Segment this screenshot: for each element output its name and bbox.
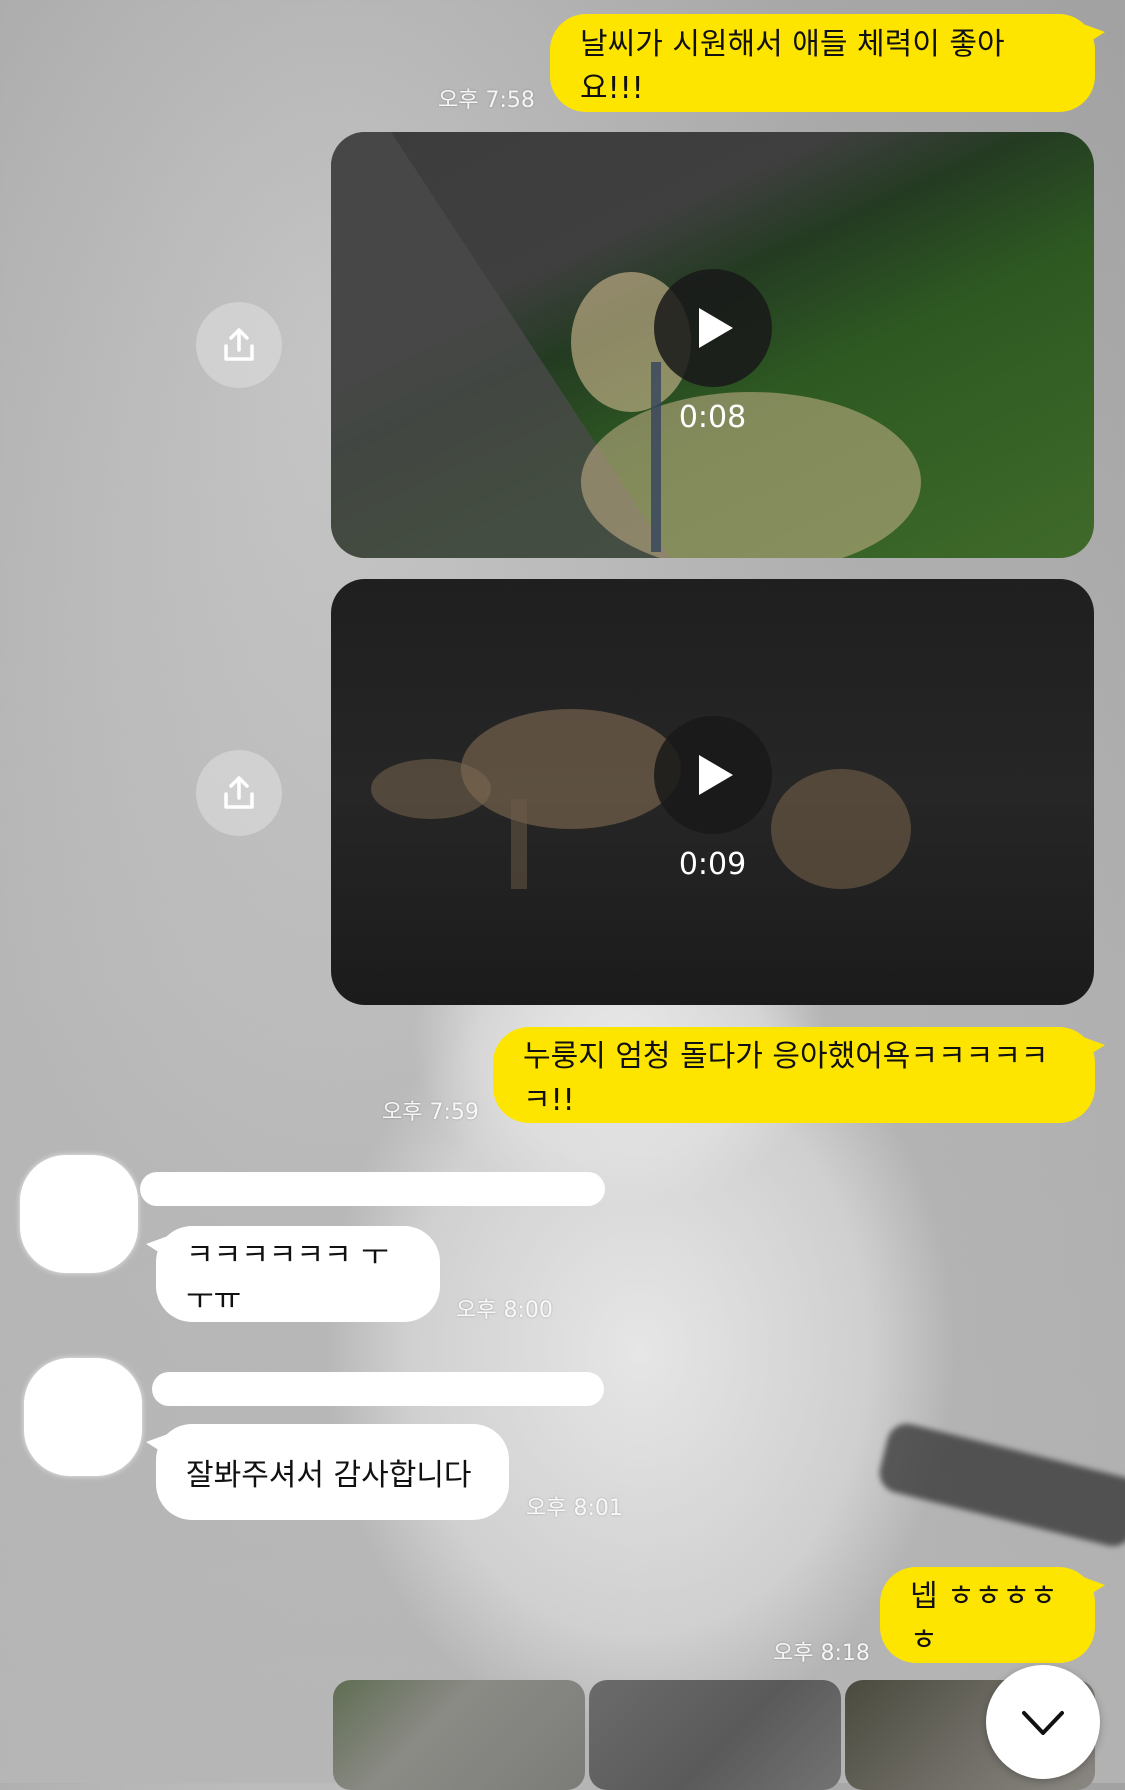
message-text: 넵 ㅎㅎㅎㅎㅎ <box>910 1579 1058 1658</box>
chevron-down-icon <box>1022 1711 1064 1735</box>
message-time: 오후 7:59 <box>382 1100 479 1125</box>
video-duration: 0:09 <box>678 847 747 883</box>
share-button[interactable] <box>196 302 282 388</box>
message-time: 오후 7:58 <box>438 88 535 113</box>
message-time: 오후 8:00 <box>456 1298 553 1323</box>
message-text: 날씨가 시원해서 애들 체력이 좋아요!!! <box>580 27 1005 106</box>
video-message[interactable]: 0:08 <box>331 132 1094 558</box>
play-icon <box>698 307 733 348</box>
sender-name <box>140 1172 605 1206</box>
their-message-bubble[interactable]: 잘봐주셔서 감사합니다 <box>146 1424 509 1520</box>
message-text: 누룽지 엄청 돌다가 응아했어욕ㅋㅋㅋㅋㅋㅋ!! <box>523 1039 1049 1118</box>
my-message-bubble[interactable]: 넵 ㅎㅎㅎㅎㅎ <box>880 1567 1105 1663</box>
video-message[interactable]: 0:09 <box>331 579 1094 1005</box>
scroll-to-bottom-button[interactable] <box>986 1665 1100 1779</box>
play-icon <box>698 754 733 795</box>
share-upload-icon <box>224 776 254 809</box>
play-button[interactable] <box>653 268 772 387</box>
avatar[interactable] <box>24 1358 142 1476</box>
share-button[interactable] <box>196 750 282 836</box>
their-message-bubble[interactable]: ㅋㅋㅋㅋㅋㅋ ㅜㅜㅠ <box>146 1226 440 1322</box>
video-duration: 0:08 <box>678 400 747 436</box>
play-button[interactable] <box>653 715 772 834</box>
photo-thumbnail[interactable] <box>589 1680 841 1790</box>
my-message-bubble[interactable]: 누룽지 엄청 돌다가 응아했어욕ㅋㅋㅋㅋㅋㅋ!! <box>493 1027 1105 1123</box>
my-message-bubble[interactable]: 날씨가 시원해서 애들 체력이 좋아요!!! <box>550 14 1105 112</box>
message-text: ㅋㅋㅋㅋㅋㅋ ㅜㅜㅠ <box>186 1238 389 1317</box>
message-time: 오후 8:18 <box>773 1641 870 1666</box>
message-text: 잘봐주셔서 감사합니다 <box>186 1458 472 1493</box>
sender-name <box>152 1372 604 1406</box>
photo-thumbnail[interactable] <box>333 1680 585 1790</box>
share-upload-icon <box>224 328 254 361</box>
message-time: 오후 8:01 <box>526 1496 623 1521</box>
avatar[interactable] <box>20 1155 138 1273</box>
